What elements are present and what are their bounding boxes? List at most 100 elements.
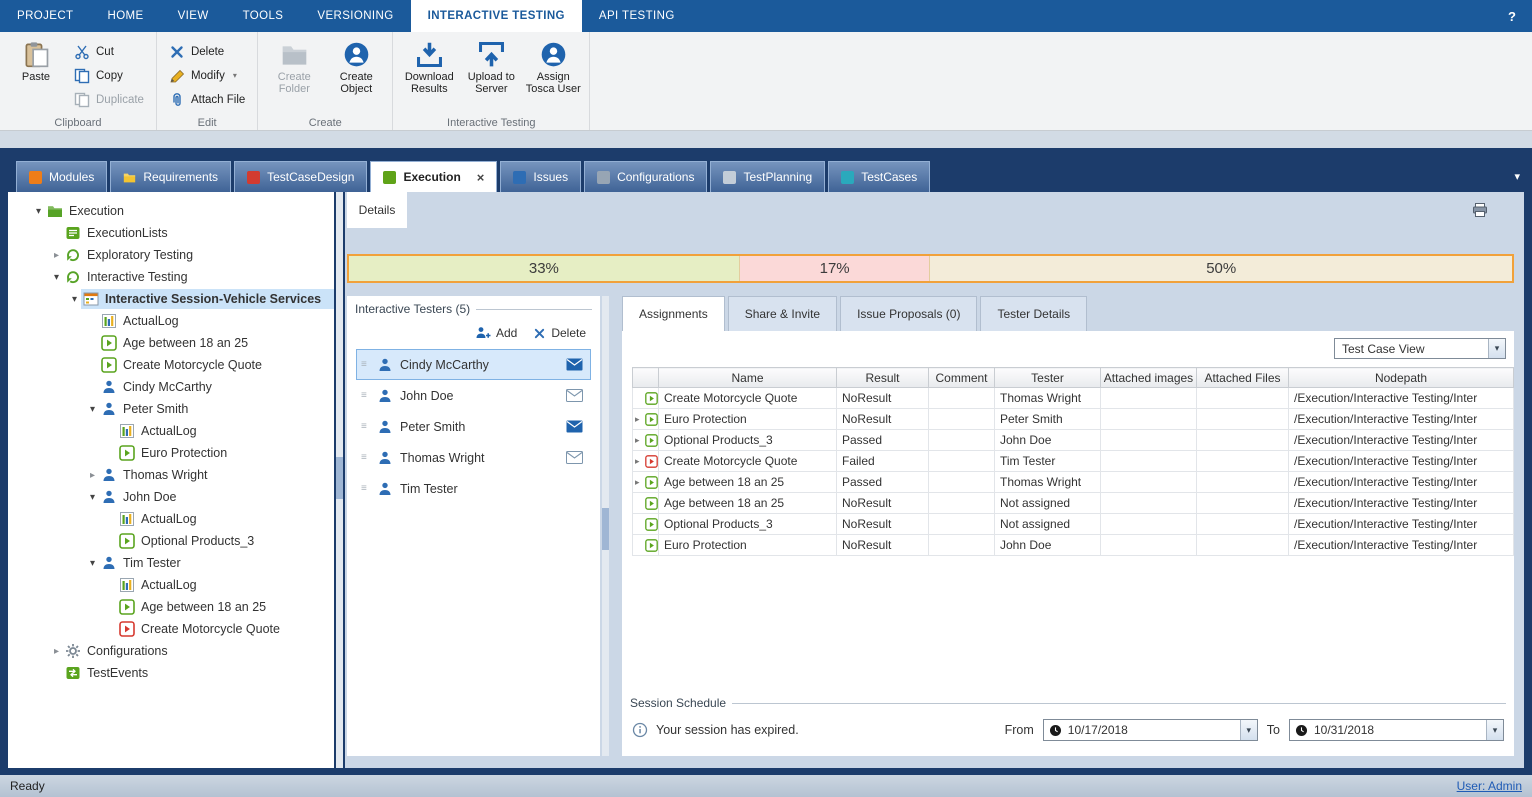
drag-handle-icon[interactable] <box>361 421 370 432</box>
menu-versioning[interactable]: VERSIONING <box>300 0 410 32</box>
create-folder-button[interactable]: Create Folder <box>266 34 322 114</box>
table-row[interactable]: Optional Products_3 NoResult Not assigne… <box>633 514 1514 535</box>
expand-icon[interactable] <box>86 492 99 503</box>
cut-button[interactable]: Cut <box>70 42 148 61</box>
expand-icon[interactable] <box>635 477 643 488</box>
menu-project[interactable]: PROJECT <box>0 0 90 32</box>
printer-icon[interactable] <box>1472 202 1488 218</box>
from-date-picker[interactable]: 10/17/2018 <box>1043 719 1258 741</box>
drag-handle-icon[interactable] <box>361 359 370 370</box>
tab-testcasedesign[interactable]: TestCaseDesign <box>234 161 367 192</box>
expand-icon[interactable] <box>86 558 99 569</box>
tab-tester-details[interactable]: Tester Details <box>980 296 1087 331</box>
expand-icon[interactable] <box>50 272 63 283</box>
expand-icon[interactable] <box>635 456 643 467</box>
tree-item-age-between[interactable]: Age between 18 an 25 <box>8 332 334 354</box>
view-selector[interactable]: Test Case View <box>1334 338 1506 359</box>
tree-item-actuallog[interactable]: ActualLog <box>8 508 334 530</box>
collapse-icon[interactable] <box>86 470 99 481</box>
collapse-icon[interactable] <box>50 646 63 657</box>
drag-handle-icon[interactable] <box>361 390 370 401</box>
column-name[interactable]: Name <box>659 368 837 388</box>
menu-view[interactable]: VIEW <box>161 0 226 32</box>
tab-execution[interactable]: Execution× <box>370 161 497 192</box>
tab-modules[interactable]: Modules <box>16 161 107 192</box>
tree-item-cindy-mccarthy[interactable]: Cindy McCarthy <box>8 376 334 398</box>
menu-tools[interactable]: TOOLS <box>226 0 301 32</box>
mail-outline-icon[interactable] <box>566 389 583 402</box>
tree-item-actuallog[interactable]: ActualLog <box>8 420 334 442</box>
column-attached-images[interactable]: Attached images <box>1101 368 1197 388</box>
expand-icon[interactable] <box>68 294 81 305</box>
paste-button[interactable]: Paste <box>8 34 64 114</box>
chevron-down-icon[interactable] <box>1488 339 1505 358</box>
tree-item-interactive-session[interactable]: Interactive Session-Vehicle Services <box>8 288 334 310</box>
column-attached-files[interactable]: Attached Files <box>1197 368 1289 388</box>
tester-row[interactable]: Tim Tester <box>356 473 591 504</box>
mail-outline-icon[interactable] <box>566 451 583 464</box>
tab-details[interactable]: Details <box>347 192 407 228</box>
duplicate-button[interactable]: Duplicate <box>70 90 148 109</box>
user-admin-link[interactable]: User: Admin <box>1457 779 1522 793</box>
tree-item-actuallog[interactable]: ActualLog <box>8 574 334 596</box>
table-row[interactable]: Optional Products_3 Passed John Doe /Exe… <box>633 430 1514 451</box>
tab-issues[interactable]: Issues <box>500 161 581 192</box>
attach-file-button[interactable]: Attach File <box>165 90 249 109</box>
tree-item-create-motorcycle-quote-failed[interactable]: Create Motorcycle Quote <box>8 618 334 640</box>
table-row[interactable]: Age between 18 an 25 NoResult Not assign… <box>633 493 1514 514</box>
tester-row[interactable]: John Doe <box>356 380 591 411</box>
add-tester-button[interactable]: Add <box>475 325 517 341</box>
tab-testplanning[interactable]: TestPlanning <box>710 161 825 192</box>
copy-button[interactable]: Copy <box>70 66 148 85</box>
table-row[interactable]: Age between 18 an 25 Passed Thomas Wrigh… <box>633 472 1514 493</box>
tester-row[interactable]: Cindy McCarthy <box>356 349 591 380</box>
chevron-down-icon[interactable] <box>1240 720 1257 740</box>
tree-item-age-between[interactable]: Age between 18 an 25 <box>8 596 334 618</box>
drag-handle-icon[interactable] <box>361 452 370 463</box>
collapse-icon[interactable] <box>50 250 63 261</box>
tree-item-create-motorcycle-quote[interactable]: Create Motorcycle Quote <box>8 354 334 376</box>
drag-handle-icon[interactable] <box>361 483 370 494</box>
expand-icon[interactable] <box>635 435 643 446</box>
tree-item-euro-protection[interactable]: Euro Protection <box>8 442 334 464</box>
to-date-picker[interactable]: 10/31/2018 <box>1289 719 1504 741</box>
table-row[interactable]: Create Motorcycle Quote Failed Tim Teste… <box>633 451 1514 472</box>
tree-item-configurations[interactable]: Configurations <box>8 640 334 662</box>
menu-interactive-testing[interactable]: INTERACTIVE TESTING <box>411 0 582 32</box>
tester-row[interactable]: Thomas Wright <box>356 442 591 473</box>
assign-tosca-user-button[interactable]: Assign Tosca User <box>525 34 581 114</box>
tab-testcases[interactable]: TestCases <box>828 161 930 192</box>
modify-button[interactable]: Modify ▾ <box>165 66 249 85</box>
tree-item-executionlists[interactable]: ExecutionLists <box>8 222 334 244</box>
tab-share-invite[interactable]: Share & Invite <box>728 296 837 331</box>
tester-row[interactable]: Peter Smith <box>356 411 591 442</box>
tree-item-optional-products[interactable]: Optional Products_3 <box>8 530 334 552</box>
expand-icon[interactable] <box>635 414 643 425</box>
tab-assignments[interactable]: Assignments <box>622 296 725 331</box>
expand-icon[interactable] <box>86 404 99 415</box>
tree-item-execution[interactable]: Execution <box>8 200 334 222</box>
column-nodepath[interactable]: Nodepath <box>1289 368 1514 388</box>
mail-sent-icon[interactable] <box>566 420 583 433</box>
tree-item-actuallog[interactable]: ActualLog <box>8 310 334 332</box>
column-result[interactable]: Result <box>837 368 929 388</box>
tree-item-john-doe[interactable]: John Doe <box>8 486 334 508</box>
table-row[interactable]: Create Motorcycle Quote NoResult Thomas … <box>633 388 1514 409</box>
expand-icon[interactable] <box>32 206 45 217</box>
help-button[interactable]: ? <box>1492 0 1532 32</box>
tab-configurations[interactable]: Configurations <box>584 161 707 192</box>
column-comment[interactable]: Comment <box>929 368 995 388</box>
table-row[interactable]: Euro Protection NoResult Peter Smith /Ex… <box>633 409 1514 430</box>
chevron-down-icon[interactable]: ▾ <box>1514 170 1520 183</box>
testers-splitter[interactable] <box>600 296 611 756</box>
delete-tester-button[interactable]: Delete <box>533 326 586 340</box>
mail-sent-icon[interactable] <box>566 358 583 371</box>
chevron-down-icon[interactable]: ▾ <box>233 71 237 80</box>
upload-to-server-button[interactable]: Upload to Server <box>463 34 519 114</box>
menu-api-testing[interactable]: API TESTING <box>582 0 692 32</box>
tree-item-testevents[interactable]: TestEvents <box>8 662 334 684</box>
download-results-button[interactable]: Download Results <box>401 34 457 114</box>
delete-button[interactable]: Delete <box>165 42 249 61</box>
tree-item-interactive-testing[interactable]: Interactive Testing <box>8 266 334 288</box>
tab-requirements[interactable]: Requirements <box>110 161 231 192</box>
